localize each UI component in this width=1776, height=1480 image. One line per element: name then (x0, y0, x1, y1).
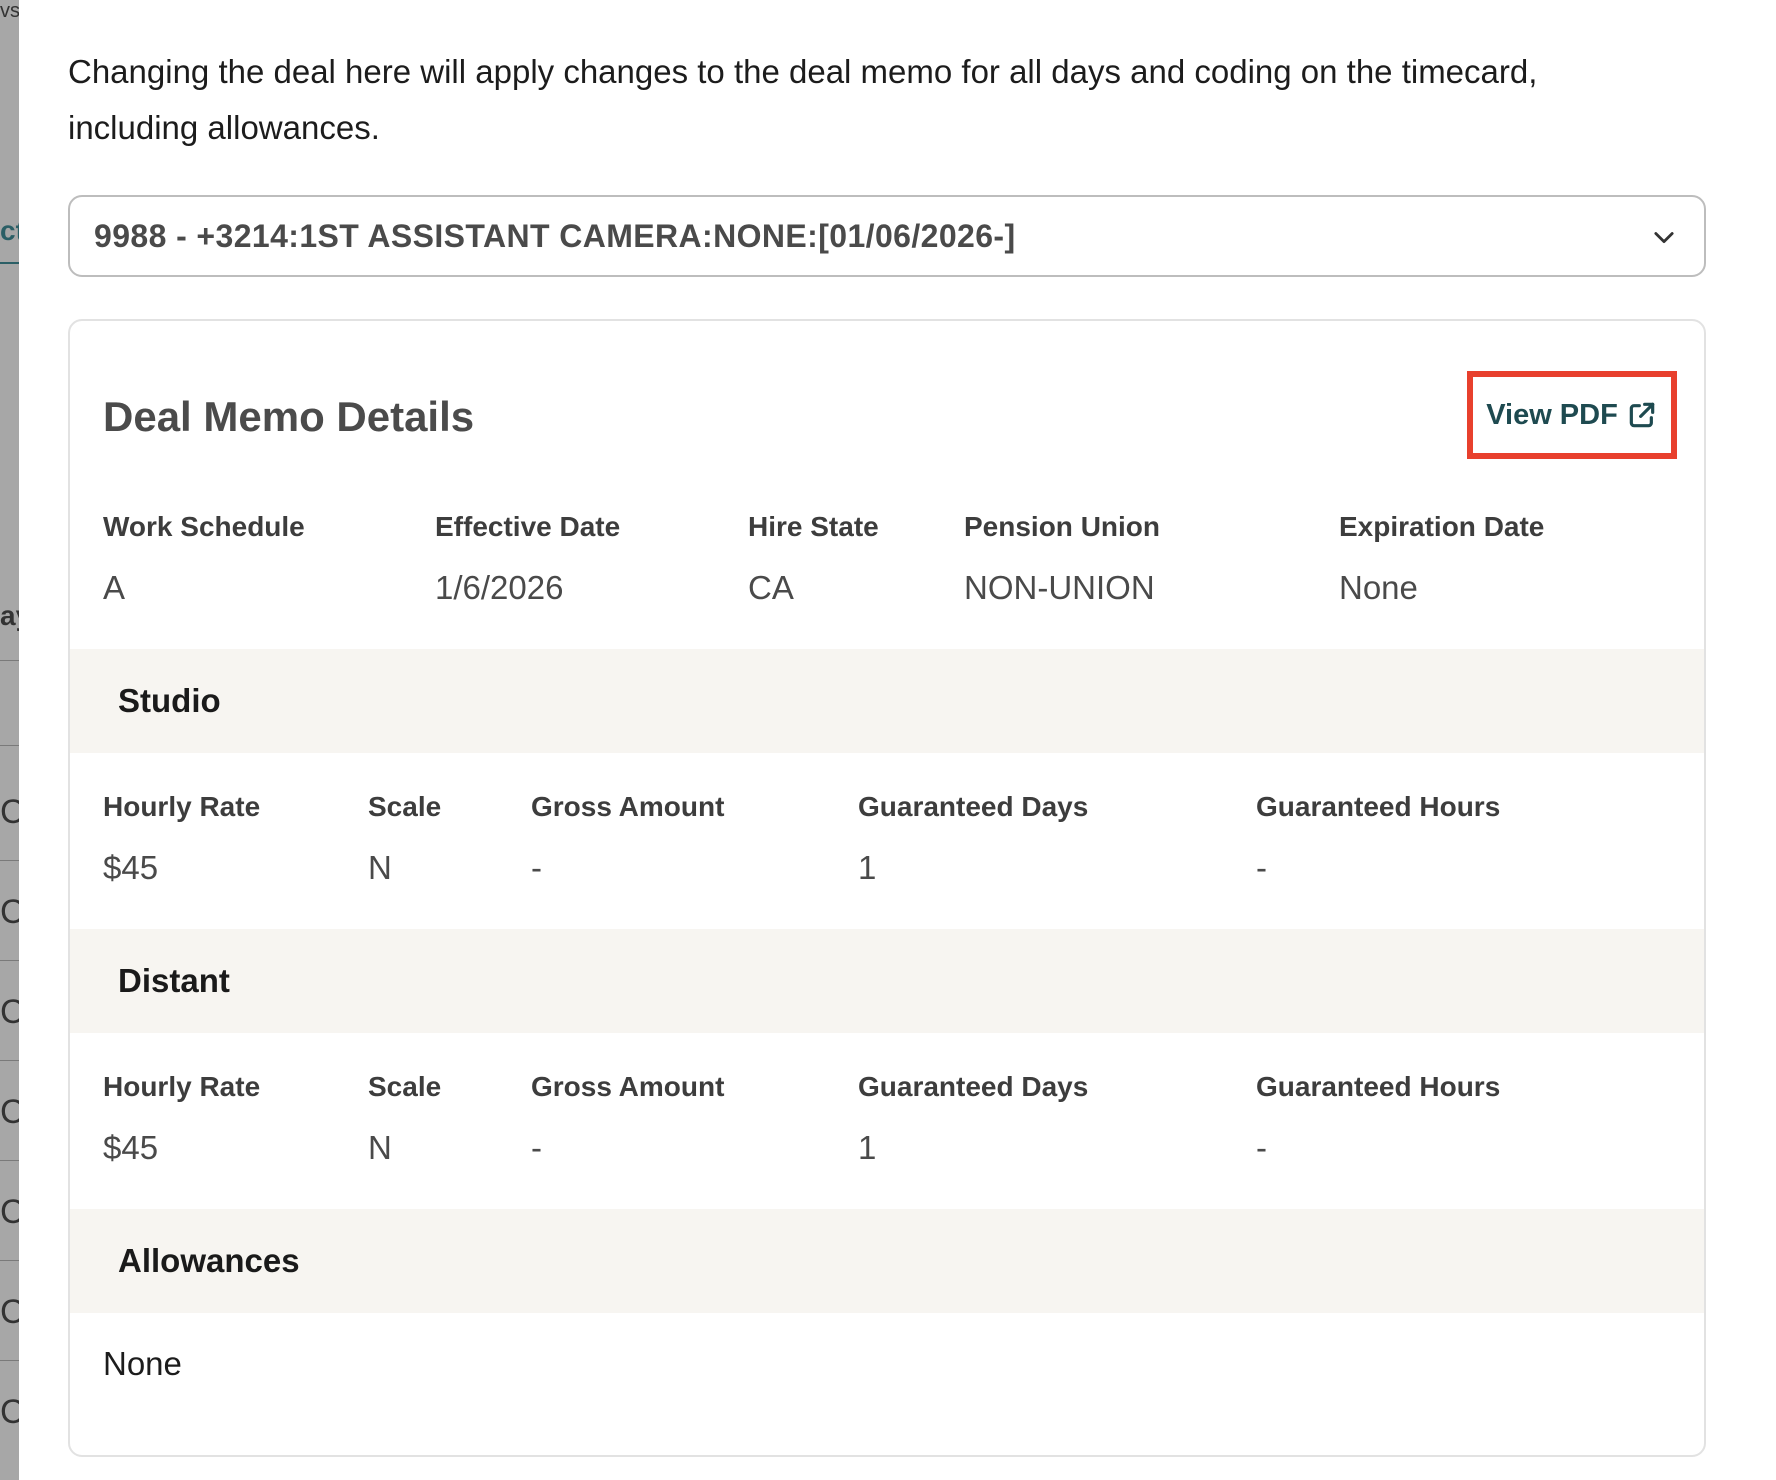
field-value: 1/6/2026 (435, 569, 564, 606)
deal-memo-card: Deal Memo Details View PDF Work Schedule… (68, 319, 1706, 1457)
field-value: - (1256, 1129, 1267, 1166)
field-value: $45 (103, 849, 159, 886)
view-pdf-button[interactable]: View PDF (1467, 371, 1677, 459)
field-label: Hourly Rate (103, 1071, 261, 1102)
studio-guaranteed-hours-field: Guaranteed Hours - (1256, 791, 1500, 887)
intro-text: Changing the deal here will apply change… (68, 53, 1538, 146)
distant-section-header: Distant (70, 929, 1704, 1033)
section-title: Distant (118, 962, 230, 999)
studio-hourly-rate-field: Hourly Rate $45 (103, 791, 260, 887)
background-fragment: vs (0, 0, 20, 22)
field-label: Work Schedule (103, 511, 305, 542)
field-label: Expiration Date (1339, 511, 1545, 542)
allowances-value: None (103, 1345, 182, 1382)
field-label: Hourly Rate (103, 791, 261, 822)
chevron-down-icon (1654, 232, 1674, 244)
field-value: - (531, 1129, 542, 1166)
distant-hourly-rate-field: Hourly Rate $45 (103, 1071, 260, 1167)
distant-guaranteed-days-field: Guaranteed Days 1 (858, 1071, 1088, 1167)
card-title: Deal Memo Details (103, 393, 475, 440)
deal-select[interactable]: 9988 - +3214:1ST ASSISTANT CAMERA:NONE:[… (68, 195, 1706, 277)
distant-gross-amount-field: Gross Amount - (531, 1071, 724, 1167)
studio-guaranteed-days-field: Guaranteed Days 1 (858, 791, 1088, 887)
field-value: CA (748, 569, 794, 606)
field-label: Guaranteed Hours (1256, 1071, 1501, 1102)
field-value: NON-UNION (964, 569, 1155, 606)
studio-scale-field: Scale N (368, 791, 441, 887)
hire-state-field: Hire State CA (748, 511, 879, 607)
distant-guaranteed-hours-field: Guaranteed Hours - (1256, 1071, 1500, 1167)
field-label: Scale (368, 1071, 442, 1102)
field-value: 1 (858, 1129, 877, 1166)
field-label: Guaranteed Days (858, 1071, 1089, 1102)
field-label: Guaranteed Days (858, 791, 1089, 822)
field-label: Hire State (748, 511, 879, 542)
section-title: Studio (118, 682, 221, 719)
deal-select-value: 9988 - +3214:1ST ASSISTANT CAMERA:NONE:[… (94, 217, 1016, 254)
view-pdf-label: View PDF (1486, 398, 1618, 431)
pension-union-field: Pension Union NON-UNION (964, 511, 1160, 607)
field-value: - (531, 849, 542, 886)
work-schedule-field: Work Schedule A (103, 511, 305, 607)
external-link-icon (1629, 402, 1655, 428)
allowances-section-header: Allowances (70, 1209, 1704, 1313)
studio-gross-amount-field: Gross Amount - (531, 791, 724, 887)
field-label: Gross Amount (531, 1071, 725, 1102)
field-value: - (1256, 849, 1267, 886)
field-label: Scale (368, 791, 442, 822)
field-label: Pension Union (964, 511, 1160, 542)
change-deal-modal: Changing the deal here will apply change… (19, 0, 1776, 1480)
field-value: $45 (103, 1129, 159, 1166)
field-label: Guaranteed Hours (1256, 791, 1501, 822)
field-value: 1 (858, 849, 877, 886)
field-label: Gross Amount (531, 791, 725, 822)
section-title: Allowances (118, 1242, 300, 1279)
field-value: N (368, 1129, 392, 1166)
effective-date-field: Effective Date 1/6/2026 (435, 511, 620, 607)
field-value: N (368, 849, 392, 886)
studio-section-header: Studio (70, 649, 1704, 753)
distant-scale-field: Scale N (368, 1071, 441, 1167)
field-label: Effective Date (435, 511, 621, 542)
field-value: None (1339, 569, 1418, 606)
expiration-date-field: Expiration Date None (1339, 511, 1544, 607)
field-value: A (103, 569, 126, 606)
